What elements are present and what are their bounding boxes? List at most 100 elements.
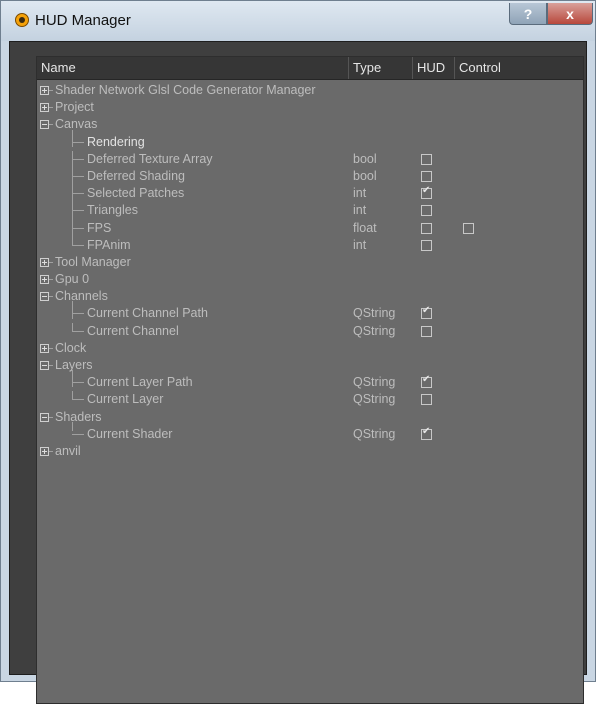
row-name: Layers xyxy=(55,358,93,372)
tree-connector xyxy=(72,313,84,315)
row-name: Current Shader xyxy=(87,426,173,441)
tree-row[interactable]: Project xyxy=(37,99,583,116)
hud-checkbox[interactable] xyxy=(421,153,432,165)
row-type: QString xyxy=(353,323,396,338)
row-name: Clock xyxy=(55,340,87,355)
tree-connector xyxy=(72,175,84,177)
row-name: Gpu 0 xyxy=(55,272,90,287)
tree-connector xyxy=(72,141,84,143)
row-name: FPS xyxy=(87,220,112,235)
expand-icon[interactable] xyxy=(40,275,49,285)
hud-checkbox[interactable] xyxy=(421,185,432,200)
tree-rows: Shader Network Glsl Code Generator Manag… xyxy=(37,82,583,460)
row-name: anvil xyxy=(55,443,81,458)
tree-row[interactable]: Current Channel QString xyxy=(37,322,583,340)
row-type: QString xyxy=(353,392,396,407)
tree-row[interactable]: Current Channel Path QString xyxy=(37,301,583,322)
hud-checkbox[interactable] xyxy=(421,239,432,251)
tree-connector xyxy=(49,124,53,126)
close-button[interactable]: x xyxy=(547,3,593,25)
hud-tree-view[interactable]: Name Type HUD Control Shader Network Gls… xyxy=(36,56,584,704)
tree-header: Name Type HUD Control xyxy=(37,57,583,80)
hud-checkbox[interactable] xyxy=(421,205,432,217)
tree-row[interactable]: FPAnim int xyxy=(37,236,583,254)
row-type: bool xyxy=(353,168,377,183)
tree-connector xyxy=(49,107,53,109)
column-header-type[interactable]: Type xyxy=(349,57,413,79)
tree-connector xyxy=(49,450,53,452)
expand-icon[interactable] xyxy=(40,446,49,456)
collapse-icon[interactable] xyxy=(40,412,49,422)
tree-row[interactable]: Shader Network Glsl Code Generator Manag… xyxy=(37,82,583,99)
row-name: Project xyxy=(55,100,94,115)
row-type: bool xyxy=(353,151,377,166)
hud-checkbox[interactable] xyxy=(421,426,432,440)
tree-connector xyxy=(49,296,53,298)
row-name: Deferred Shading xyxy=(87,168,185,183)
row-name: Shader Network Glsl Code Generator Manag… xyxy=(55,83,316,97)
row-type: float xyxy=(353,220,377,235)
tree-row[interactable]: Channels xyxy=(37,288,583,305)
column-header-hud[interactable]: HUD xyxy=(413,57,455,79)
tree-row[interactable]: Canvas xyxy=(37,116,583,133)
row-name: Current Channel Path xyxy=(87,306,208,321)
row-name: Canvas xyxy=(55,117,98,132)
title-bar[interactable]: HUD Manager ? x xyxy=(1,1,595,41)
row-type: int xyxy=(353,237,367,252)
tree-row[interactable]: Clock xyxy=(37,340,583,357)
row-type: QString xyxy=(353,306,396,321)
tree-row[interactable]: Deferred Texture Array bool xyxy=(37,150,583,168)
column-header-control[interactable]: Control xyxy=(455,57,583,79)
tree-row[interactable]: Tool Manager xyxy=(37,254,583,271)
window-title: HUD Manager xyxy=(35,12,131,29)
tree-connector xyxy=(49,261,53,263)
tree-connector xyxy=(72,158,84,160)
tree-connector xyxy=(49,279,53,281)
app-icon xyxy=(15,13,29,27)
tree-row[interactable]: anvil xyxy=(37,443,583,460)
collapse-icon[interactable] xyxy=(40,361,49,370)
tree-connector xyxy=(72,301,73,319)
tree-row[interactable]: Rendering xyxy=(37,129,583,151)
tree-connector xyxy=(72,433,84,435)
tree-row[interactable]: Layers xyxy=(37,357,583,374)
expand-icon[interactable] xyxy=(40,103,49,113)
tree-row[interactable]: Deferred Shading bool xyxy=(37,167,583,186)
tree-row[interactable]: Shaders xyxy=(37,409,583,426)
row-name: Deferred Texture Array xyxy=(87,151,213,166)
row-name: FPAnim xyxy=(87,237,131,252)
row-name: Current Layer xyxy=(87,392,164,407)
row-name: Current Channel xyxy=(87,323,179,338)
hud-checkbox[interactable] xyxy=(421,374,432,389)
tree-connector xyxy=(49,365,53,366)
collapse-icon[interactable] xyxy=(40,120,49,130)
tree-row[interactable]: Selected Patches int xyxy=(37,185,583,203)
control-checkbox[interactable] xyxy=(463,222,474,234)
tree-row[interactable]: FPS float xyxy=(37,219,583,237)
tree-connector xyxy=(49,90,53,91)
expand-icon[interactable] xyxy=(40,257,49,267)
hud-checkbox[interactable] xyxy=(421,170,432,182)
tree-connector xyxy=(72,399,84,401)
help-button[interactable]: ? xyxy=(509,3,547,25)
tree-connector xyxy=(72,244,84,246)
tree-connector xyxy=(72,421,73,431)
hud-checkbox[interactable] xyxy=(421,325,432,337)
row-name: Current Layer Path xyxy=(87,375,193,390)
hud-checkbox[interactable] xyxy=(421,394,432,406)
collapse-icon[interactable] xyxy=(40,292,49,302)
tree-row[interactable]: Current Layer Path QString xyxy=(37,370,583,391)
tree-row[interactable]: Gpu 0 xyxy=(37,271,583,288)
expand-icon[interactable] xyxy=(40,86,49,95)
row-name: Channels xyxy=(55,289,108,304)
row-name: Selected Patches xyxy=(87,186,185,201)
tree-row[interactable]: Current Shader QString xyxy=(37,421,583,443)
tree-row[interactable]: Triangles int xyxy=(37,202,583,220)
hud-checkbox[interactable] xyxy=(421,305,432,320)
tree-connector xyxy=(49,416,53,418)
hud-checkbox[interactable] xyxy=(421,222,432,234)
tree-row[interactable]: Current Layer QString xyxy=(37,391,583,408)
column-header-name[interactable]: Name xyxy=(37,57,349,79)
row-type: QString xyxy=(353,426,396,441)
expand-icon[interactable] xyxy=(40,343,49,353)
